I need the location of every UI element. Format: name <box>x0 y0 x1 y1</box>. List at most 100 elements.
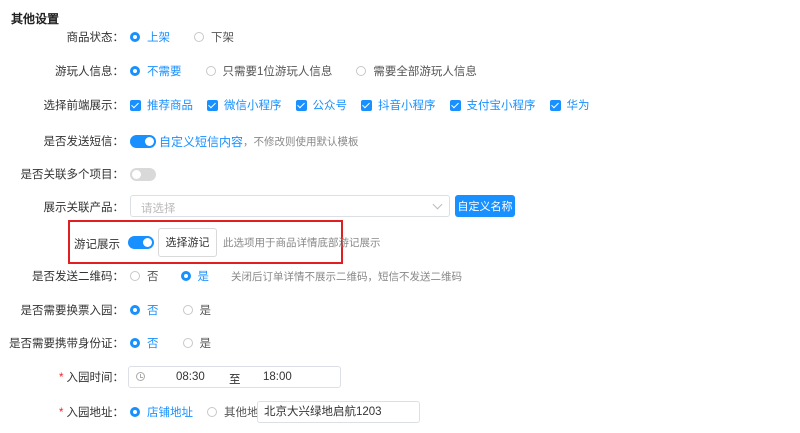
checkbox-official-account[interactable]: 公众号 <box>295 97 348 113</box>
required-mark: * <box>59 372 64 384</box>
radio-off-shelf[interactable]: 下架 <box>194 29 234 45</box>
checkbox-checked-icon <box>130 99 141 111</box>
checkbox-label: 支付宝小程序 <box>466 100 536 112</box>
checkbox-label: 公众号 <box>312 100 348 112</box>
time-start: 08:30 <box>176 371 205 383</box>
address-input[interactable]: 北京大兴绿地启航1203 <box>257 401 420 423</box>
related-products-select[interactable]: 请选择 <box>130 195 450 217</box>
multi-items-toggle[interactable] <box>130 167 156 181</box>
row-product-status: 商品状态： 上架 下架 <box>0 26 800 48</box>
id-card-label: 是否需要携带身份证： <box>9 338 124 350</box>
radio-dot <box>207 407 217 417</box>
entry-time-label-text: 入园时间： <box>66 372 125 384</box>
checkbox-checked-icon <box>295 99 307 111</box>
clock-icon <box>136 372 145 381</box>
radio-exchange-no[interactable]: 否 <box>130 302 159 318</box>
radio-label: 是 <box>197 271 210 283</box>
time-separator: 至 <box>229 374 241 386</box>
chevron-down-icon <box>432 199 443 210</box>
entry-time-label: * 入园时间： <box>59 369 124 385</box>
entry-time-range-picker[interactable]: 08:30 至 18:00 <box>128 366 341 388</box>
checkbox-checked-icon <box>549 99 561 111</box>
select-placeholder: 请选择 <box>141 203 176 215</box>
time-end: 18:00 <box>263 371 292 383</box>
radio-visitor-none[interactable]: 不需要 <box>130 63 182 79</box>
travel-notes-hint: 此选项用于商品详情底部游记展示 <box>223 236 381 249</box>
row-entry-time: * 入园时间： <box>0 366 800 388</box>
radio-visitor-one[interactable]: 只需要1位游玩人信息 <box>205 63 333 79</box>
radio-dot <box>130 338 140 348</box>
radio-dot <box>205 66 216 76</box>
product-status-label: 商品状态： <box>66 32 125 44</box>
row-qrcode: 是否发送二维码： 否 是 关闭后订单详情不展示二维码，短信不发送二维码 <box>0 265 800 287</box>
visitor-info-label: 游玩人信息： <box>55 66 124 78</box>
radio-exchange-yes[interactable]: 是 <box>182 302 212 318</box>
radio-dot <box>180 271 191 281</box>
checkbox-checked-icon <box>449 99 461 111</box>
required-mark: * <box>59 407 64 419</box>
checkbox-label: 推荐商品 <box>147 100 193 112</box>
row-exchange-ticket: 是否需要换票入园： 否 是 <box>0 299 800 321</box>
sms-toggle[interactable] <box>130 134 156 148</box>
radio-dot <box>194 32 204 42</box>
toggle-knob <box>143 237 152 247</box>
row-sms: 是否发送短信： 自定义短信内容 ，不修改则使用默认模板 <box>0 130 800 152</box>
checkbox-huawei[interactable]: 华为 <box>549 97 590 113</box>
checkbox-wechat-mini[interactable]: 微信小程序 <box>207 97 282 113</box>
qrcode-hint: 关闭后订单详情不展示二维码，短信不发送二维码 <box>231 270 462 283</box>
toggle-knob <box>132 169 141 179</box>
travel-notes-label: 游记展示 <box>74 239 120 251</box>
radio-label: 店铺地址 <box>147 407 193 419</box>
entry-address-label: * 入园地址： <box>59 404 124 420</box>
row-frontend: 选择前端展示： 推荐商品 微信小程序 公众号 抖音小程序 支付宝小程序 华为 <box>0 94 800 116</box>
multi-items-label: 是否关联多个项目： <box>20 169 125 181</box>
frontend-label: 选择前端展示： <box>43 100 125 112</box>
checkbox-alipay-mini[interactable]: 支付宝小程序 <box>449 97 536 113</box>
radio-dot <box>356 66 367 76</box>
checkbox-label: 微信小程序 <box>224 100 282 112</box>
custom-name-button[interactable]: 自定义名称 <box>455 195 515 217</box>
row-travel-notes: 游记展示 选择游记 此选项用于商品详情底部游记展示 <box>0 227 800 257</box>
radio-dot <box>130 305 140 315</box>
radio-dot <box>130 32 140 42</box>
checkbox-checked-icon <box>361 99 372 111</box>
checkbox-checked-icon <box>207 99 218 111</box>
row-visitor-info: 游玩人信息： 不需要 只需要1位游玩人信息 需要全部游玩人信息 <box>0 60 800 82</box>
sms-label: 是否发送短信： <box>43 136 125 148</box>
checkbox-recommend[interactable]: 推荐商品 <box>130 97 193 113</box>
radio-dot <box>130 66 140 76</box>
radio-store-address[interactable]: 店铺地址 <box>130 404 193 420</box>
exchange-ticket-label: 是否需要换票入园： <box>20 305 125 317</box>
radio-label: 需要全部游玩人信息 <box>373 66 477 78</box>
radio-dot <box>130 271 140 281</box>
radio-dot <box>182 338 193 348</box>
related-products-label: 展示关联产品： <box>43 202 125 214</box>
checkbox-douyin-mini[interactable]: 抖音小程序 <box>361 97 436 113</box>
checkbox-label: 抖音小程序 <box>378 100 436 112</box>
radio-idcard-yes[interactable]: 是 <box>182 335 211 351</box>
radio-dot <box>182 305 193 315</box>
radio-dot <box>130 407 140 417</box>
travel-notes-toggle[interactable] <box>128 235 154 249</box>
radio-label: 上架 <box>147 32 170 44</box>
radio-on-shelf[interactable]: 上架 <box>130 29 170 45</box>
radio-label: 是 <box>199 305 212 317</box>
radio-label: 否 <box>147 271 159 283</box>
row-id-card: 是否需要携带身份证： 否 是 <box>0 332 800 354</box>
select-travel-notes-button[interactable]: 选择游记 <box>158 227 217 257</box>
entry-address-label-text: 入园地址： <box>66 407 125 419</box>
radio-label: 下架 <box>211 32 234 44</box>
radio-idcard-no[interactable]: 否 <box>130 335 159 351</box>
row-multi-items: 是否关联多个项目： <box>0 163 800 185</box>
radio-qrcode-no[interactable]: 否 <box>130 268 159 284</box>
section-title: 其他设置 <box>11 12 60 26</box>
qrcode-label: 是否发送二维码： <box>32 271 124 283</box>
radio-label: 否 <box>147 338 159 350</box>
radio-visitor-all[interactable]: 需要全部游玩人信息 <box>356 63 477 79</box>
radio-label: 只需要1位游玩人信息 <box>222 66 333 78</box>
radio-label: 否 <box>147 305 159 317</box>
radio-label: 不需要 <box>147 66 182 78</box>
checkbox-label: 华为 <box>566 100 590 112</box>
radio-qrcode-yes[interactable]: 是 <box>180 268 210 284</box>
custom-sms-link[interactable]: 自定义短信内容 <box>159 133 243 150</box>
